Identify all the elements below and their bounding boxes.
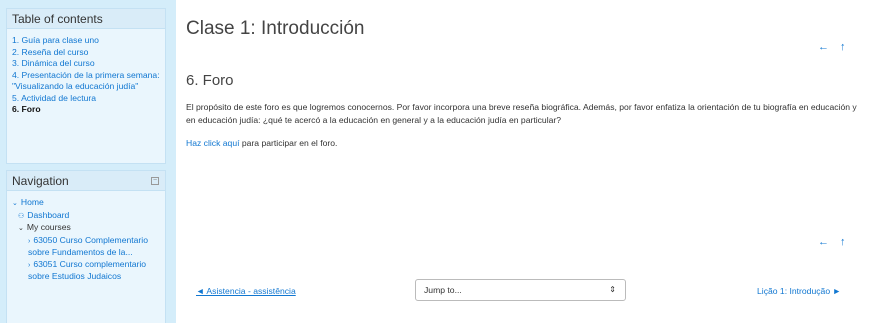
- chevron-down-icon: ⌄: [12, 200, 18, 207]
- toc-item-4[interactable]: 4. Presentación de la primera semana: "V…: [12, 70, 160, 93]
- sidebar: Table of contents 1. Guía para clase uno…: [0, 0, 176, 323]
- dashboard-icon: ⚇: [18, 212, 25, 220]
- nav-arrows-bottom[interactable]: ← ↑: [818, 236, 850, 248]
- toc-block: Table of contents 1. Guía para clase uno…: [6, 8, 166, 164]
- nav-my-courses-label: My courses: [26, 222, 71, 232]
- nav-dashboard[interactable]: ⚇ Dashboard: [12, 210, 160, 223]
- forum-description: El propósito de este foro es que logremo…: [186, 102, 857, 125]
- nav-course-63051[interactable]: › 63051 Curso complementario sobre Estudi…: [12, 259, 160, 283]
- toc-item-5[interactable]: 5. Actividad de lectura: [12, 93, 160, 105]
- toc-list: 1. Guía para clase uno 2. Reseña del cur…: [7, 29, 165, 122]
- chevron-right-icon: ›: [28, 261, 31, 269]
- prev-activity-link[interactable]: ◄ Asistencia - assistência: [196, 286, 296, 296]
- navigation-title: Navigation: [12, 174, 69, 188]
- chevron-right-icon: ›: [28, 237, 31, 245]
- nav-course-63051-label: 63051 Curso complementario sobre Estudio…: [28, 258, 147, 282]
- toc-item-2[interactable]: 2. Reseña del curso: [12, 47, 160, 59]
- forum-link[interactable]: Haz click aquí: [186, 138, 240, 148]
- navigation-header: Navigation −: [7, 171, 165, 191]
- chevron-down-icon: ⌄: [18, 225, 24, 232]
- main-content: Clase 1: Introducción ← ↑ 6. Foro El pro…: [186, 0, 866, 323]
- next-activity-link[interactable]: Lição 1: Introdução ►: [757, 286, 841, 296]
- toc-item-6-current: 6. Foro: [12, 104, 41, 114]
- toc-item-3[interactable]: 3. Dinámica del curso: [12, 58, 160, 70]
- nav-my-courses[interactable]: ⌄ My courses: [12, 222, 160, 235]
- toc-header: Table of contents: [7, 9, 165, 29]
- nav-arrows-top[interactable]: ← ↑: [818, 41, 850, 53]
- navigation-block: Navigation − ⌄ Home ⚇ Dashboard ⌄ My course…: [6, 170, 166, 323]
- section-title: 6. Foro: [186, 72, 234, 89]
- forum-link-suffix: para participar en el foro.: [239, 138, 338, 148]
- toc-item-1[interactable]: 1. Guía para clase uno: [12, 35, 160, 47]
- forum-link-line: Haz click aquí para participar en el for…: [186, 138, 337, 148]
- jump-to-select[interactable]: Jump to... ⇕: [415, 279, 626, 301]
- nav-home[interactable]: ⌄ Home: [12, 197, 160, 210]
- page-title: Clase 1: Introducción: [186, 18, 365, 39]
- collapse-icon[interactable]: −: [151, 177, 159, 185]
- nav-dashboard-label: Dashboard: [27, 209, 70, 220]
- navigation-tree: ⌄ Home ⚇ Dashboard ⌄ My courses › 63050 Curs…: [7, 191, 165, 289]
- nav-course-63050[interactable]: › 63050 Curso Complementario sobre Fundam…: [12, 235, 160, 259]
- nav-home-label: Home: [20, 197, 44, 207]
- select-caret-icon: ⇕: [609, 285, 616, 294]
- jump-to-label: Jump to...: [424, 285, 462, 295]
- nav-course-63050-label: 63050 Curso Complementario sobre Fundame…: [28, 234, 148, 258]
